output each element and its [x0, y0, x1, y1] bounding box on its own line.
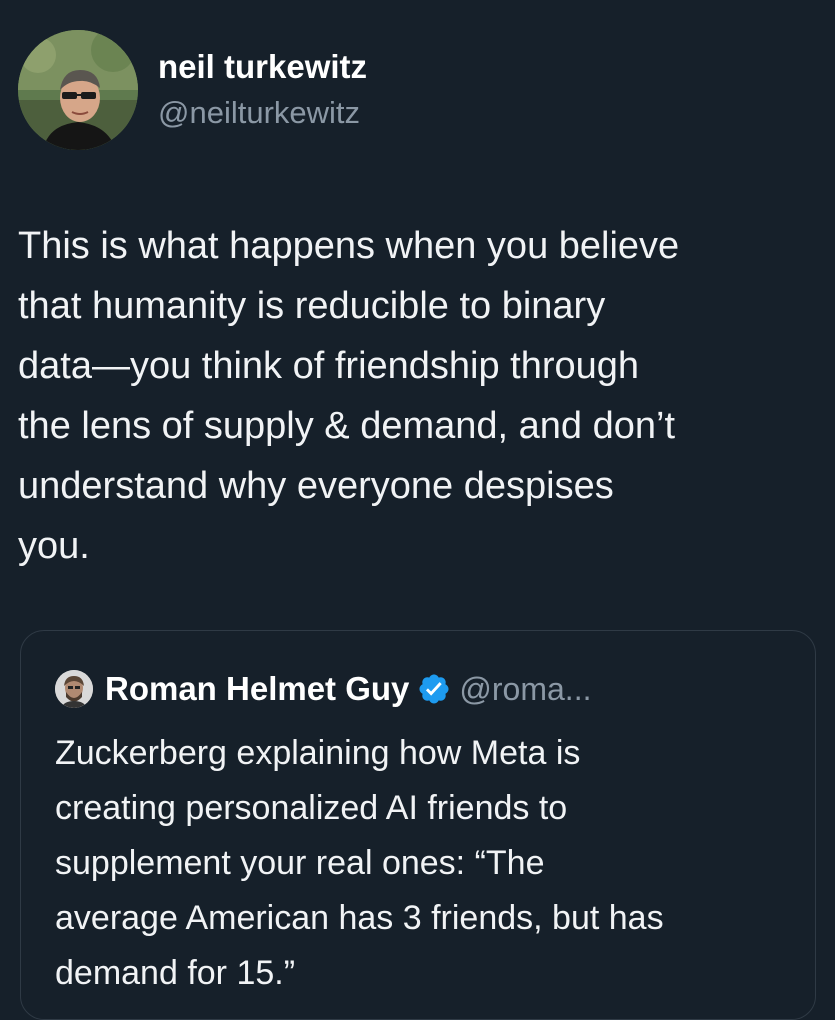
quoted-author-handle[interactable]: @roma... — [459, 671, 591, 708]
tweet-author[interactable]: neil turkewitz @neilturkewitz — [18, 28, 367, 152]
profile-photo-icon — [18, 30, 138, 150]
author-avatar[interactable] — [18, 30, 138, 150]
quoted-tweet-text: Zuckerberg explaining how Meta is creati… — [55, 734, 664, 992]
author-display-name[interactable]: neil turkewitz — [158, 47, 367, 87]
author-names: neil turkewitz @neilturkewitz — [158, 47, 367, 133]
author-handle[interactable]: @neilturkewitz — [158, 93, 367, 133]
quoted-tweet-author[interactable]: Roman Helmet Guy @roma... — [55, 669, 591, 709]
tweet: neil turkewitz @neilturkewitz This is wh… — [0, 0, 835, 1020]
profile-photo-icon — [55, 670, 93, 708]
quoted-author-display-name[interactable]: Roman Helmet Guy — [105, 670, 409, 708]
quoted-author-avatar[interactable] — [55, 670, 93, 708]
verified-badge-icon — [419, 674, 449, 704]
tweet-text: This is what happens when you believe th… — [18, 225, 680, 567]
quoted-tweet-card[interactable]: Roman Helmet Guy @roma... Zuckerberg exp… — [20, 630, 816, 1020]
